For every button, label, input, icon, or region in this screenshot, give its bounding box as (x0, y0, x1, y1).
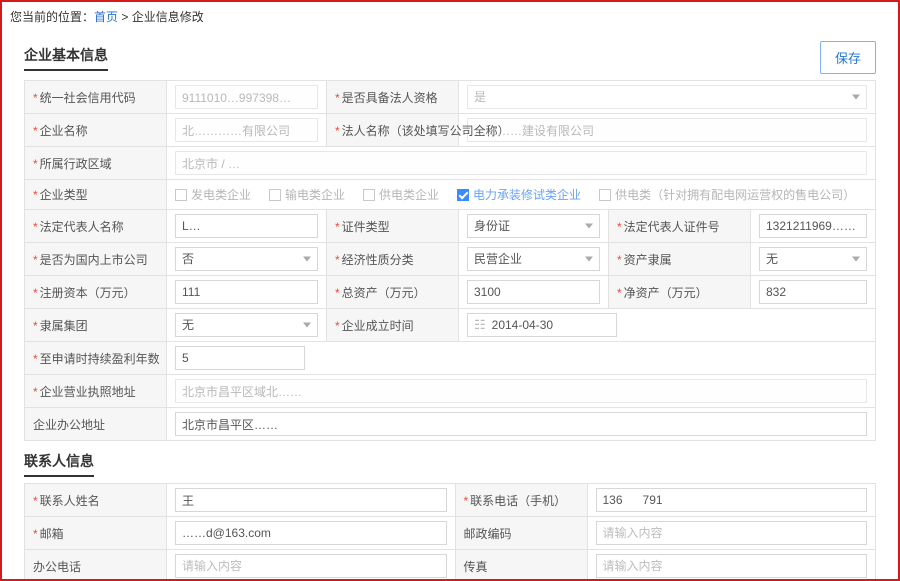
legal-id-input[interactable] (759, 214, 867, 238)
chevron-down-icon (585, 224, 593, 229)
calendar-icon: ☷ (474, 314, 486, 336)
chevron-down-icon (585, 257, 593, 262)
office-addr-input[interactable] (175, 412, 867, 436)
enterprise-type-checks: 发电类企业 输电类企业 供电类企业 电力承装修试类企业 供电类（针对拥有配电网运… (175, 186, 867, 203)
legal-rep-input[interactable] (175, 214, 318, 238)
region-value: 北京市 / … (175, 151, 867, 175)
listed-select[interactable]: 否 (175, 247, 318, 271)
contact-phone-input[interactable] (596, 488, 868, 512)
check-power-gen[interactable]: 发电类企业 (175, 186, 251, 203)
email-input[interactable] (175, 521, 447, 545)
company-name-value: 北…………有限公司 (175, 118, 318, 142)
check-retail-grid[interactable]: 供电类（针对拥有配电网运营权的售电公司） (599, 186, 855, 203)
fax-input[interactable] (596, 554, 868, 578)
office-tel-input[interactable] (175, 554, 447, 578)
econ-select[interactable]: 民营企业 (467, 247, 600, 271)
chevron-down-icon (303, 323, 311, 328)
estab-date-picker[interactable]: ☷2014-04-30 (467, 313, 617, 337)
breadcrumb-current: 企业信息修改 (132, 10, 204, 24)
breadcrumb-home[interactable]: 首页 (94, 10, 118, 24)
save-button[interactable]: 保存 (820, 41, 876, 74)
section-title-basic: 企业基本信息 (24, 45, 108, 71)
basic-info-table: *统一社会信用代码 9111010…997398… *是否具备法人资格 是 *企… (24, 80, 876, 441)
total-assets-input[interactable] (467, 280, 600, 304)
id-type-select[interactable]: 身份证 (467, 214, 600, 238)
reg-capital-input[interactable] (175, 280, 318, 304)
check-supply[interactable]: 供电类企业 (363, 186, 439, 203)
profit-years-input[interactable] (175, 346, 305, 370)
uscc-value: 9111010…997398… (175, 85, 318, 109)
net-assets-input[interactable] (759, 280, 867, 304)
breadcrumb: 您当前的位置：首页 > 企业信息修改 (10, 6, 876, 35)
group-select[interactable]: 无 (175, 313, 318, 337)
legal-qualification-select[interactable]: 是 (467, 85, 867, 109)
contact-info-table: *联系人姓名 *联系电话（手机） *邮箱 邮政编码 办公电话 传真 *法定代表人… (24, 483, 876, 581)
chevron-down-icon (303, 257, 311, 262)
chevron-down-icon (852, 95, 860, 100)
chevron-down-icon (852, 257, 860, 262)
license-addr-value: 北京市昌平区域北…… (175, 379, 867, 403)
contact-name-input[interactable] (175, 488, 447, 512)
section-title-contact: 联系人信息 (24, 451, 94, 477)
postcode-input[interactable] (596, 521, 868, 545)
check-transmission[interactable]: 输电类企业 (269, 186, 345, 203)
check-install-repair[interactable]: 电力承装修试类企业 (457, 186, 581, 203)
legal-fullname-value: …………建设有限公司 (467, 118, 867, 142)
asset-attr-select[interactable]: 无 (759, 247, 867, 271)
